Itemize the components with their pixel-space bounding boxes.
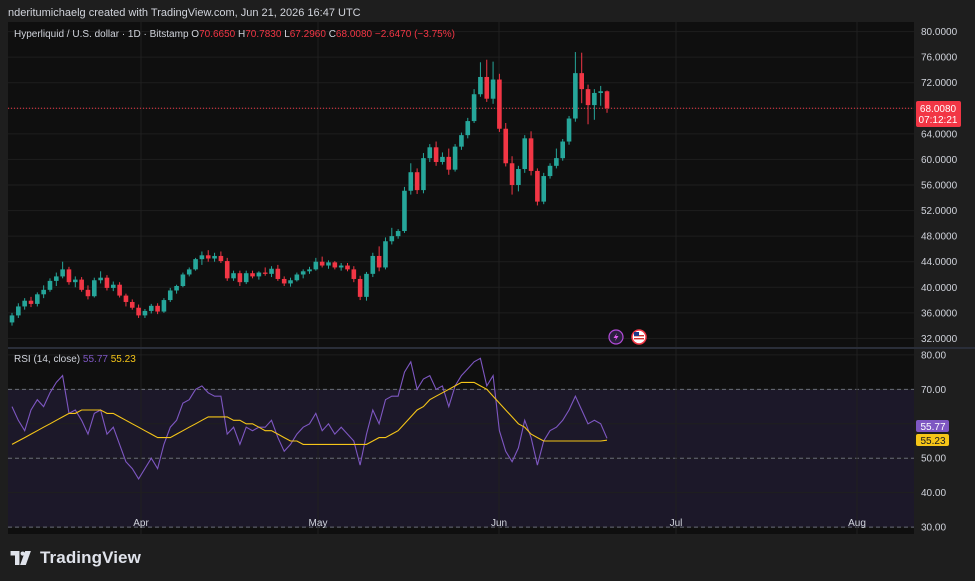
time-tick-label: May xyxy=(309,518,328,529)
rsi-value: 55.77 xyxy=(82,354,108,365)
time-tick-label: Jul xyxy=(670,518,683,529)
price-tick-label: 32.0000 xyxy=(921,334,958,345)
rsi-tick-label: 40.00 xyxy=(921,488,946,499)
price-tick-label: 40.0000 xyxy=(921,283,958,294)
candle xyxy=(383,237,388,270)
candle xyxy=(522,135,528,173)
candle xyxy=(541,172,547,205)
us-flag-icon[interactable] xyxy=(631,329,647,345)
price-legend[interactable]: Hyperliquid / U.S. dollar · 1D · Bitstam… xyxy=(14,29,455,40)
ohlc-low: 67.2960 xyxy=(289,29,326,40)
candle xyxy=(161,298,167,313)
candle xyxy=(421,153,426,194)
symbol-name[interactable]: Hyperliquid / U.S. dollar · 1D · Bitstam… xyxy=(14,29,189,40)
price-tick-label: 76.0000 xyxy=(921,53,958,64)
candle xyxy=(224,257,230,281)
rsi-tick-label: 50.00 xyxy=(921,454,946,465)
candle xyxy=(560,138,566,161)
price-badge-countdown: 07:12:21 xyxy=(919,115,958,126)
attribution-text: nderitumichaelg created with TradingView… xyxy=(8,7,361,19)
candle xyxy=(503,122,509,167)
candle xyxy=(180,272,186,288)
candle xyxy=(452,144,458,172)
candle xyxy=(535,168,540,206)
price-tick-label: 52.0000 xyxy=(921,206,958,217)
candle xyxy=(497,73,502,132)
price-badge: 68.0080 07:12:21 xyxy=(916,101,961,127)
rsi-ma-badge-value: 55.23 xyxy=(920,436,945,447)
brand-footer[interactable]: TradingView xyxy=(10,548,141,568)
candle xyxy=(402,186,407,233)
price-tick-label: 44.0000 xyxy=(921,257,958,268)
rsi-tick-label: 80.00 xyxy=(921,350,946,361)
rsi-ma-value: 55.23 xyxy=(110,354,136,365)
ohlc-high: 70.7830 xyxy=(245,29,282,40)
ohlc-close: 68.0080 xyxy=(335,29,373,40)
rsi-badge-value: 55.77 xyxy=(920,422,945,433)
candle xyxy=(414,168,420,194)
price-tick-label: 64.0000 xyxy=(921,129,958,140)
rsi-label[interactable]: RSI (14, close) xyxy=(14,354,80,365)
candle xyxy=(193,257,198,271)
price-tick-label: 56.0000 xyxy=(921,181,958,192)
rsi-tick-label: 30.00 xyxy=(921,523,946,534)
chart-frame[interactable]: 80.000076.000072.000068.000064.000060.00… xyxy=(0,22,975,538)
candle xyxy=(66,266,72,285)
ohlc-close-label: C xyxy=(328,29,336,40)
rsi-legend[interactable]: RSI (14, close) 55.77 55.23 xyxy=(14,354,136,365)
price-tick-label: 48.0000 xyxy=(921,232,958,243)
ohlc-change: −2.6470 (−3.75%) xyxy=(374,29,455,40)
chart-svg[interactable]: 80.000076.000072.000068.000064.000060.00… xyxy=(0,22,975,538)
candle xyxy=(357,275,363,301)
time-tick-label: Jun xyxy=(491,518,507,529)
tradingview-logo-icon xyxy=(10,551,31,565)
candle xyxy=(566,115,572,145)
candle xyxy=(91,277,97,298)
rsi-tick-label: 70.00 xyxy=(921,385,946,396)
price-tick-label: 72.0000 xyxy=(921,78,958,89)
price-badge-value: 68.0080 xyxy=(920,104,957,115)
time-tick-label: Aug xyxy=(848,518,866,529)
brand-name: TradingView xyxy=(40,548,141,567)
ohlc-open: 70.6650 xyxy=(199,29,236,40)
lightning-icon[interactable] xyxy=(608,329,624,345)
price-tick-label: 60.0000 xyxy=(921,155,958,166)
time-tick-label: Apr xyxy=(133,518,149,529)
price-tick-label: 80.0000 xyxy=(921,27,958,38)
candle xyxy=(370,252,376,278)
price-tick-label: 36.0000 xyxy=(921,308,958,319)
candle xyxy=(364,271,369,301)
ohlc-open-label: O xyxy=(191,29,200,40)
